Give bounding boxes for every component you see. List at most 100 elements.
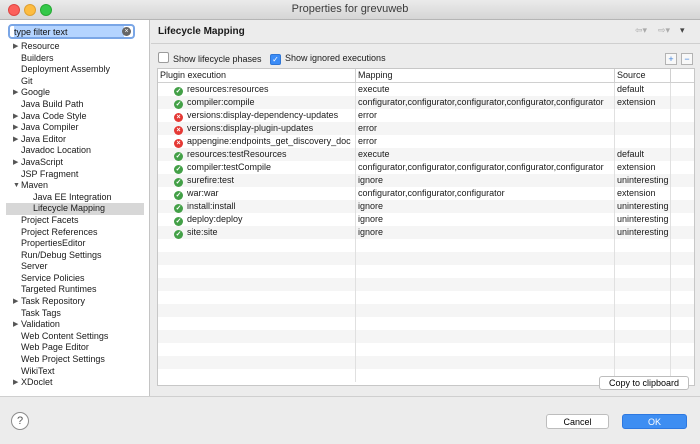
tree-item[interactable]: Builders	[6, 53, 144, 65]
cell-plugin-execution: ✓ resources:resources	[158, 83, 356, 96]
show-ignored-executions-checkbox[interactable]: ✓ Show ignored executions	[270, 52, 386, 65]
tree-item[interactable]: Web Page Editor	[6, 342, 144, 354]
tree-item[interactable]: ▶ Java Compiler	[6, 122, 144, 134]
collapsed-arrow-icon[interactable]: ▶	[13, 41, 18, 53]
cell-plugin-execution	[158, 369, 356, 382]
cell-mapping	[356, 291, 615, 304]
ignored-executions-check-box[interactable]: ✓	[270, 54, 281, 65]
cell-source	[615, 122, 671, 135]
filter-field[interactable]: ×	[8, 24, 135, 39]
collapsed-arrow-icon[interactable]: ▶	[13, 111, 18, 123]
cell-source	[615, 343, 671, 356]
table-row	[158, 304, 694, 317]
collapse-all-icon[interactable]: −	[681, 53, 693, 65]
expand-all-icon[interactable]: +	[665, 53, 677, 65]
cancel-button[interactable]: Cancel	[546, 414, 609, 429]
check-icon: ✓	[174, 217, 183, 226]
help-icon[interactable]: ?	[11, 412, 29, 430]
table-row[interactable]: ✓ compiler:compile configurator,configurat…	[158, 96, 694, 109]
filter-input[interactable]	[14, 26, 124, 37]
table-row[interactable]: × appengine:endpoints_get_discovery_doc er…	[158, 135, 694, 148]
table-row[interactable]: ✓ resources:testResources execute default	[158, 148, 694, 161]
tree-item[interactable]: WikiText	[6, 366, 144, 378]
check-icon: ✓	[174, 204, 183, 213]
table-row[interactable]: ✓ resources:resources execute default	[158, 83, 694, 96]
view-menu-icon[interactable]: ▾	[680, 25, 685, 36]
tree-item[interactable]: Web Project Settings	[6, 354, 144, 366]
property-tree: ▶ Resource Builders Deployment Assembly Git ▶…	[6, 41, 144, 389]
tree-item[interactable]: Lifecycle Mapping	[6, 203, 144, 215]
tree-item[interactable]: Git	[6, 76, 144, 88]
collapsed-arrow-icon[interactable]: ▶	[13, 157, 18, 169]
column-header-source[interactable]: Source	[615, 69, 671, 82]
forward-arrow-icon[interactable]: ⇨▾	[658, 25, 670, 36]
clear-icon[interactable]: ×	[122, 27, 131, 36]
tree-item[interactable]: ▶ JavaScript	[6, 157, 144, 169]
collapsed-arrow-icon[interactable]: ▶	[13, 296, 18, 308]
table-row[interactable]: ✓ install:install ignore uninteresting	[158, 200, 694, 213]
tree-item-label: Project References	[21, 226, 98, 237]
sidebar: × ▶ResourceBuildersDeployment AssemblyGi…	[0, 20, 150, 396]
lifecycle-phases-check-box[interactable]	[158, 52, 169, 63]
tree-item[interactable]: ▶ Java Editor	[6, 134, 144, 146]
cell-mapping: execute	[356, 148, 615, 161]
execution-text: appengine:endpoints_get_discovery_doc	[187, 136, 351, 146]
table-row[interactable]: ✓ war:war configurator,configurator,config…	[158, 187, 694, 200]
table-row[interactable]: × versions:display-plugin-updates error	[158, 122, 694, 135]
tree-item-label: Web Project Settings	[21, 354, 105, 365]
cell-mapping: ignore	[356, 174, 615, 187]
tree-item[interactable]: Javadoc Location	[6, 145, 144, 157]
table-row[interactable]: ✓ site:site ignore uninteresting	[158, 226, 694, 239]
table-row[interactable]: ✓ compiler:testCompile configurator,config…	[158, 161, 694, 174]
tree-item[interactable]: ▶ Validation	[6, 319, 144, 331]
column-header-plugin-execution[interactable]: Plugin execution	[158, 69, 356, 82]
tree-item[interactable]: Java Build Path	[6, 99, 144, 111]
cell-plugin-execution: ✓ compiler:compile	[158, 96, 356, 109]
check-icon: ✓	[174, 230, 183, 239]
tree-item[interactable]: Project Facets	[6, 215, 144, 227]
tree-item[interactable]: Targeted Runtimes	[6, 284, 144, 296]
tree-item[interactable]: Task Tags	[6, 308, 144, 320]
expanded-arrow-icon[interactable]: ▼	[13, 180, 20, 192]
tree-item-label: JSP Fragment	[21, 168, 79, 179]
collapsed-arrow-icon[interactable]: ▶	[13, 319, 18, 331]
show-lifecycle-phases-checkbox[interactable]: Show lifecycle phases	[158, 52, 262, 64]
tree-item-label: Java Editor	[21, 133, 67, 144]
tree-item[interactable]: ▶ Java Code Style	[6, 111, 144, 123]
table-row[interactable]: ✓ deploy:deploy ignore uninteresting	[158, 213, 694, 226]
tree-item[interactable]: Service Policies	[6, 273, 144, 285]
tree-item[interactable]: Web Content Settings	[6, 331, 144, 343]
collapsed-arrow-icon[interactable]: ▶	[13, 87, 18, 99]
tree-item[interactable]: ▶ Google	[6, 87, 144, 99]
tree-item[interactable]: JSP Fragment	[6, 169, 144, 181]
tree-item[interactable]: Run/Debug Settings	[6, 250, 144, 262]
tree-item-label: Maven	[21, 180, 49, 191]
collapsed-arrow-icon[interactable]: ▶	[13, 134, 18, 146]
tree-item[interactable]: ▶ XDoclet	[6, 377, 144, 389]
collapsed-arrow-icon[interactable]: ▶	[13, 122, 18, 134]
cell-mapping: configurator,configurator,configurator	[356, 187, 615, 200]
execution-text: compiler:compile	[187, 97, 255, 107]
tree-item[interactable]: ▶ Task Repository	[6, 296, 144, 308]
tree-item[interactable]: ▶ Resource	[6, 41, 144, 53]
copy-to-clipboard-button[interactable]: Copy to clipboard	[599, 376, 689, 390]
cell-source	[615, 330, 671, 343]
cell-source: uninteresting	[615, 200, 671, 213]
tree-item-label: Resource	[21, 41, 60, 51]
execution-text: resources:resources	[187, 84, 269, 94]
table-row[interactable]: ✓ surefire:test ignore uninteresting	[158, 174, 694, 187]
ok-button[interactable]: OK	[622, 414, 687, 429]
tree-item[interactable]: ▼ Maven	[6, 180, 144, 192]
tree-item[interactable]: PropertiesEditor	[6, 238, 144, 250]
tree-item[interactable]: Java EE Integration	[6, 192, 144, 204]
column-header-mapping[interactable]: Mapping	[356, 69, 615, 82]
tree-item[interactable]: Deployment Assembly	[6, 64, 144, 76]
collapsed-arrow-icon[interactable]: ▶	[13, 377, 18, 389]
cell-source	[615, 265, 671, 278]
back-arrow-icon[interactable]: ⇦▾	[635, 25, 647, 36]
tree-item[interactable]: Project References	[6, 227, 144, 239]
cell-plugin-execution	[158, 304, 356, 317]
tree-item[interactable]: Server	[6, 261, 144, 273]
table-row[interactable]: × versions:display-dependency-updates erro…	[158, 109, 694, 122]
tree-item-label: Google	[21, 87, 51, 98]
